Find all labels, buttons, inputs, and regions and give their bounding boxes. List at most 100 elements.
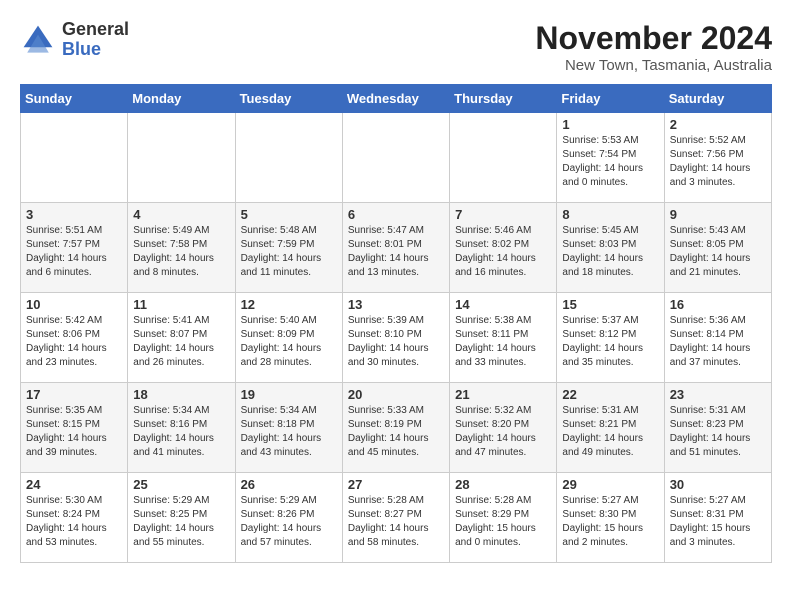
calendar-week-row: 3 Sunrise: 5:51 AM Sunset: 7:57 PM Daylig… [21, 203, 772, 293]
calendar-cell: 27 Sunrise: 5:28 AM Sunset: 8:27 PM Dayli… [342, 473, 449, 563]
calendar-week-row: 24 Sunrise: 5:30 AM Sunset: 8:24 PM Dayli… [21, 473, 772, 563]
day-info: Sunrise: 5:27 AM Sunset: 8:30 PM Dayligh… [562, 494, 658, 550]
day-number: 15 [562, 297, 658, 312]
calendar-cell: 23Sunrise: 5:31 AM Sunset: 8:23 PM Dayli… [664, 383, 771, 473]
calendar-cell: 8 Sunrise: 5:45 AM Sunset: 8:03 PM Daylig… [557, 203, 664, 293]
day-number: 12 [241, 297, 337, 312]
calendar-cell: 22 Sunrise: 5:31 AM Sunset: 8:21 PM Dayli… [557, 383, 664, 473]
calendar-cell: 9 Sunrise: 5:43 AM Sunset: 8:05 PM Daylig… [664, 203, 771, 293]
day-number: 13 [348, 297, 444, 312]
day-number: 16 [670, 297, 766, 312]
day-number: 8 [562, 207, 658, 222]
day-number: 2 [670, 117, 766, 132]
calendar-cell [235, 113, 342, 203]
calendar-cell: 5 Sunrise: 5:48 AM Sunset: 7:59 PM Daylig… [235, 203, 342, 293]
day-number: 23 [670, 387, 766, 402]
day-number: 24 [26, 477, 122, 492]
day-info: Sunrise: 5:42 AM Sunset: 8:06 PM Dayligh… [26, 314, 122, 370]
day-info: Sunrise: 5:51 AM Sunset: 7:57 PM Dayligh… [26, 224, 122, 280]
day-number: 7 [455, 207, 551, 222]
day-number: 26 [241, 477, 337, 492]
calendar-table: SundayMondayTuesdayWednesdayThursdayFrid… [20, 84, 772, 563]
header-thursday: Thursday [450, 85, 557, 113]
day-info: Sunrise: 5:28 AM Sunset: 8:27 PM Dayligh… [348, 494, 444, 550]
calendar-cell: 28 Sunrise: 5:28 AM Sunset: 8:29 PM Dayli… [450, 473, 557, 563]
day-info: Sunrise: 5:39 AM Sunset: 8:10 PM Dayligh… [348, 314, 444, 370]
day-number: 18 [133, 387, 229, 402]
day-info: Sunrise: 5:35 AM Sunset: 8:15 PM Dayligh… [26, 404, 122, 460]
day-info: Sunrise: 5:48 AM Sunset: 7:59 PM Dayligh… [241, 224, 337, 280]
calendar-cell: 30 Sunrise: 5:27 AM Sunset: 8:31 PM Dayli… [664, 473, 771, 563]
calendar-cell: 6 Sunrise: 5:47 AM Sunset: 8:01 PM Daylig… [342, 203, 449, 293]
day-number: 5 [241, 207, 337, 222]
calendar-cell: 2 Sunrise: 5:52 AM Sunset: 7:56 PM Daylig… [664, 113, 771, 203]
day-info: Sunrise: 5:30 AM Sunset: 8:24 PM Dayligh… [26, 494, 122, 550]
day-number: 29 [562, 477, 658, 492]
day-info: Sunrise: 5:45 AM Sunset: 8:03 PM Dayligh… [562, 224, 658, 280]
month-title: November 2024 [535, 20, 772, 57]
calendar-week-row: 1 Sunrise: 5:53 AM Sunset: 7:54 PM Daylig… [21, 113, 772, 203]
day-info: Sunrise: 5:33 AM Sunset: 8:19 PM Dayligh… [348, 404, 444, 460]
day-info: Sunrise: 5:40 AM Sunset: 8:09 PM Dayligh… [241, 314, 337, 370]
day-number: 3 [26, 207, 122, 222]
day-number: 6 [348, 207, 444, 222]
day-info: Sunrise: 5:32 AM Sunset: 8:20 PM Dayligh… [455, 404, 551, 460]
day-info: Sunrise: 5:27 AM Sunset: 8:31 PM Dayligh… [670, 494, 766, 550]
calendar-cell: 29 Sunrise: 5:27 AM Sunset: 8:30 PM Dayli… [557, 473, 664, 563]
calendar-cell [342, 113, 449, 203]
day-info: Sunrise: 5:36 AM Sunset: 8:14 PM Dayligh… [670, 314, 766, 370]
day-info: Sunrise: 5:46 AM Sunset: 8:02 PM Dayligh… [455, 224, 551, 280]
day-info: Sunrise: 5:37 AM Sunset: 8:12 PM Dayligh… [562, 314, 658, 370]
header-sunday: Sunday [21, 85, 128, 113]
calendar-cell: 3 Sunrise: 5:51 AM Sunset: 7:57 PM Daylig… [21, 203, 128, 293]
day-info: Sunrise: 5:29 AM Sunset: 8:26 PM Dayligh… [241, 494, 337, 550]
location: New Town, Tasmania, Australia [535, 57, 772, 74]
day-number: 22 [562, 387, 658, 402]
day-number: 21 [455, 387, 551, 402]
day-info: Sunrise: 5:31 AM Sunset: 8:21 PM Dayligh… [562, 404, 658, 460]
calendar-cell [450, 113, 557, 203]
day-info: Sunrise: 5:34 AM Sunset: 8:18 PM Dayligh… [241, 404, 337, 460]
day-info: Sunrise: 5:53 AM Sunset: 7:54 PM Dayligh… [562, 134, 658, 190]
day-info: Sunrise: 5:28 AM Sunset: 8:29 PM Dayligh… [455, 494, 551, 550]
title-block: November 2024 New Town, Tasmania, Austra… [535, 20, 772, 74]
calendar-cell: 20 Sunrise: 5:33 AM Sunset: 8:19 PM Dayli… [342, 383, 449, 473]
calendar-cell: 18Sunrise: 5:34 AM Sunset: 8:16 PM Dayli… [128, 383, 235, 473]
day-info: Sunrise: 5:43 AM Sunset: 8:05 PM Dayligh… [670, 224, 766, 280]
day-number: 9 [670, 207, 766, 222]
day-number: 1 [562, 117, 658, 132]
calendar-cell [21, 113, 128, 203]
calendar-cell: 10 Sunrise: 5:42 AM Sunset: 8:06 PM Dayli… [21, 293, 128, 383]
calendar-cell: 21 Sunrise: 5:32 AM Sunset: 8:20 PM Dayli… [450, 383, 557, 473]
day-number: 10 [26, 297, 122, 312]
calendar-cell: 15 Sunrise: 5:37 AM Sunset: 8:12 PM Dayli… [557, 293, 664, 383]
day-info: Sunrise: 5:41 AM Sunset: 8:07 PM Dayligh… [133, 314, 229, 370]
logo-text: General Blue [62, 20, 129, 60]
day-number: 19 [241, 387, 337, 402]
day-number: 28 [455, 477, 551, 492]
day-number: 17 [26, 387, 122, 402]
calendar-cell: 14 Sunrise: 5:38 AM Sunset: 8:11 PM Dayli… [450, 293, 557, 383]
day-number: 27 [348, 477, 444, 492]
calendar-header-row: SundayMondayTuesdayWednesdayThursdayFrid… [21, 85, 772, 113]
day-info: Sunrise: 5:49 AM Sunset: 7:58 PM Dayligh… [133, 224, 229, 280]
day-info: Sunrise: 5:38 AM Sunset: 8:11 PM Dayligh… [455, 314, 551, 370]
calendar-cell: 25Sunrise: 5:29 AM Sunset: 8:25 PM Dayli… [128, 473, 235, 563]
logo: General Blue [20, 20, 129, 60]
day-number: 25 [133, 477, 229, 492]
calendar-cell: 26 Sunrise: 5:29 AM Sunset: 8:26 PM Dayli… [235, 473, 342, 563]
calendar-cell: 19 Sunrise: 5:34 AM Sunset: 8:18 PM Dayli… [235, 383, 342, 473]
day-number: 30 [670, 477, 766, 492]
calendar-cell: 12 Sunrise: 5:40 AM Sunset: 8:09 PM Dayli… [235, 293, 342, 383]
day-number: 11 [133, 297, 229, 312]
calendar-cell: 16 Sunrise: 5:36 AM Sunset: 8:14 PM Dayli… [664, 293, 771, 383]
page-header: General Blue November 2024 New Town, Tas… [20, 20, 772, 74]
day-number: 20 [348, 387, 444, 402]
calendar-cell: 24 Sunrise: 5:30 AM Sunset: 8:24 PM Dayli… [21, 473, 128, 563]
logo-icon [20, 22, 56, 58]
day-info: Sunrise: 5:47 AM Sunset: 8:01 PM Dayligh… [348, 224, 444, 280]
day-info: Sunrise: 5:52 AM Sunset: 7:56 PM Dayligh… [670, 134, 766, 190]
day-number: 14 [455, 297, 551, 312]
calendar-week-row: 10 Sunrise: 5:42 AM Sunset: 8:06 PM Dayli… [21, 293, 772, 383]
header-saturday: Saturday [664, 85, 771, 113]
